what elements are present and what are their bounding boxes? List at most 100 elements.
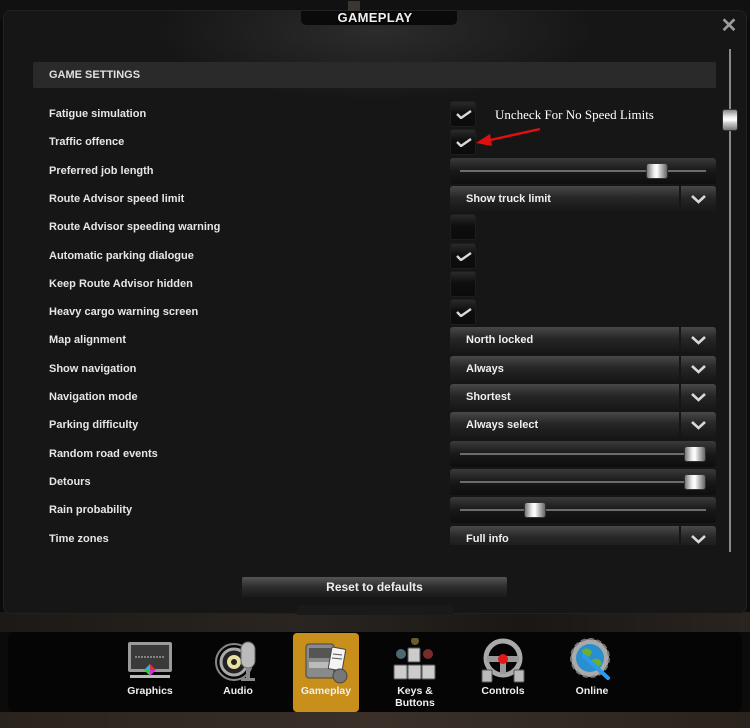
- dock-item-online[interactable]: Online: [559, 633, 625, 712]
- setting-label: Route Advisor speed limit: [49, 192, 185, 205]
- setting-label: Rain probability: [49, 504, 133, 517]
- dropdown-arrow-button[interactable]: [681, 327, 716, 354]
- route-advisor-speed-limit-dropdown[interactable]: Show truck limit: [450, 185, 716, 212]
- chevron-down-icon: [691, 336, 706, 346]
- dropdown-value-box[interactable]: Always select: [450, 412, 679, 439]
- setting-label: Detours: [49, 475, 91, 488]
- dropdown-value: Full info: [466, 532, 509, 545]
- setting-row-route-advisor-speeding-warning: Route Advisor speeding warning: [33, 213, 716, 241]
- chevron-down-icon: [691, 393, 706, 402]
- setting-label: Fatigue simulation: [49, 108, 147, 120]
- setting-row-keep-route-advisor-hidden: Keep Route Advisor hidden: [33, 270, 716, 298]
- parking-difficulty-dropdown[interactable]: Always select: [450, 412, 716, 439]
- dock-item-audio[interactable]: Audio: [205, 633, 271, 712]
- window-title: GAMEPLAY: [337, 10, 413, 25]
- dock-item-graphics[interactable]: Graphics: [117, 633, 183, 712]
- setting-row-heavy-cargo-warning-screen: Heavy cargo warning screen: [33, 298, 716, 326]
- slider-knob[interactable]: [523, 502, 546, 519]
- setting-row-map-alignment: Map alignment North locked: [33, 326, 716, 354]
- rain-probability-slider[interactable]: [450, 497, 716, 524]
- dropdown-value: Shortest: [466, 391, 511, 403]
- automatic-parking-dialogue-checkbox[interactable]: [450, 242, 476, 269]
- setting-label: Parking difficulty: [49, 419, 139, 432]
- scrollbar-thumb[interactable]: [722, 109, 738, 131]
- dropdown-value: Always select: [466, 419, 539, 432]
- setting-row-show-navigation: Show navigation Always: [33, 355, 716, 383]
- fatigue-simulation-checkbox[interactable]: [450, 101, 476, 127]
- slider-knob[interactable]: [684, 473, 706, 490]
- dock-label: Gameplay: [300, 685, 352, 697]
- setting-label: Map alignment: [49, 334, 127, 347]
- monitor-icon: [128, 642, 172, 678]
- dock-label: Graphics: [127, 685, 173, 697]
- setting-label: Heavy cargo warning screen: [49, 306, 199, 319]
- dropdown-value: Always: [466, 362, 504, 375]
- time-zones-dropdown[interactable]: Full info: [450, 525, 716, 545]
- chevron-down-icon: [691, 364, 706, 374]
- section-title: GAME SETTINGS: [49, 69, 141, 81]
- dropdown-arrow-button[interactable]: [681, 525, 716, 545]
- section-header: GAME SETTINGS: [33, 62, 716, 88]
- slider-knob[interactable]: [645, 162, 668, 179]
- truck-icon: [305, 643, 348, 684]
- map-alignment-dropdown[interactable]: North locked: [450, 327, 716, 354]
- preferred-job-length-slider[interactable]: [450, 157, 716, 184]
- chevron-down-icon: [691, 194, 706, 204]
- background-bottom: [0, 712, 750, 728]
- setting-label: Automatic parking dialogue: [49, 249, 194, 262]
- slider-track[interactable]: [460, 452, 706, 455]
- dropdown-arrow-button[interactable]: [681, 355, 716, 382]
- dock-item-keys-buttons[interactable]: Keys & Buttons: [382, 633, 448, 712]
- reset-button-tab: [297, 605, 453, 615]
- setting-row-rain-probability: Rain probability: [33, 496, 716, 524]
- navigation-mode-dropdown[interactable]: Shortest: [450, 384, 716, 410]
- background-road: [0, 612, 750, 632]
- dock-label: Controls: [481, 685, 525, 697]
- setting-row-navigation-mode: Navigation mode Shortest: [33, 383, 716, 411]
- chevron-down-icon: [691, 534, 706, 544]
- random-road-events-slider[interactable]: [450, 440, 716, 467]
- dropdown-value-box[interactable]: Show truck limit: [450, 185, 679, 212]
- setting-label: Time zones: [49, 532, 109, 545]
- setting-row-random-road-events: Random road events: [33, 440, 716, 468]
- slider-track[interactable]: [460, 480, 706, 483]
- dropdown-value-box[interactable]: Always: [450, 355, 679, 382]
- checkmark-icon: [456, 251, 472, 261]
- dock-item-controls[interactable]: Controls: [470, 633, 536, 712]
- steering-wheel-icon: [481, 638, 525, 683]
- setting-row-preferred-job-length: Preferred job length: [33, 157, 716, 185]
- dropdown-value-box[interactable]: Full info: [450, 525, 679, 545]
- chevron-down-icon: [691, 421, 706, 431]
- show-navigation-dropdown[interactable]: Always: [450, 355, 716, 382]
- setting-row-traffic-offence: Traffic offence: [33, 128, 716, 156]
- checkmark-icon: [456, 308, 472, 318]
- dock-label: Keys & Buttons: [395, 685, 435, 709]
- setting-row-detours: Detours: [33, 468, 716, 496]
- slider-knob[interactable]: [684, 445, 706, 462]
- annotation-text: Uncheck For No Speed Limits: [495, 107, 654, 122]
- heavy-cargo-warning-screen-checkbox[interactable]: [450, 299, 476, 326]
- dropdown-value-box[interactable]: North locked: [450, 327, 679, 354]
- dropdown-arrow-button[interactable]: [681, 384, 716, 410]
- setting-row-parking-difficulty: Parking difficulty Always select: [33, 411, 716, 439]
- reset-to-defaults-button[interactable]: Reset to defaults: [242, 577, 507, 597]
- dropdown-arrow-button[interactable]: [681, 185, 716, 212]
- dropdown-arrow-button[interactable]: [681, 412, 716, 439]
- slider-track[interactable]: [460, 169, 706, 172]
- setting-row-route-advisor-speed-limit: Route Advisor speed limit Show truck limi…: [33, 185, 716, 213]
- checkmark-icon: [456, 138, 472, 148]
- globe-gear-icon: [570, 638, 610, 680]
- keep-route-advisor-hidden-checkbox[interactable]: [450, 270, 476, 297]
- dock-item-gameplay[interactable]: Gameplay: [293, 633, 359, 712]
- setting-row-time-zones: Time zones Full info: [33, 525, 716, 545]
- close-icon[interactable]: ✕: [719, 16, 739, 36]
- detours-slider[interactable]: [450, 468, 716, 495]
- route-advisor-speeding-warning-checkbox[interactable]: [450, 214, 476, 241]
- setting-label: Navigation mode: [49, 391, 138, 403]
- slider-track[interactable]: [460, 509, 706, 512]
- dropdown-value-box[interactable]: Shortest: [450, 384, 679, 410]
- dropdown-value: Show truck limit: [466, 192, 551, 205]
- dock-label: Online: [575, 685, 609, 697]
- setting-row-automatic-parking-dialogue: Automatic parking dialogue: [33, 242, 716, 270]
- keyboard-icon: [393, 638, 436, 680]
